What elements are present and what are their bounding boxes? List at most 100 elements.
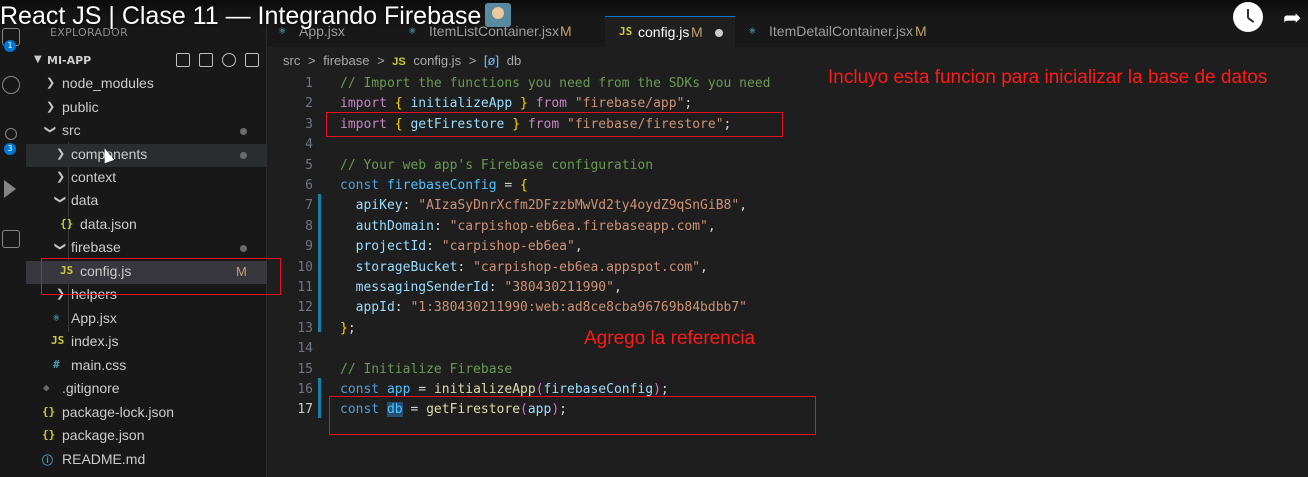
code-line[interactable]: apiKey: "AIzaSyDnrXcfm2DFzzbMwVd2ty4oydZ…	[340, 198, 747, 213]
explorer-sidebar: EXPLORADOR ▼ MI-APP ❯ node_modules ❯ pub…	[26, 0, 267, 477]
tree-folder-context[interactable]: ❯ context	[26, 167, 267, 190]
line-number: 2	[305, 96, 313, 112]
tree-item-label: main.css	[71, 357, 127, 373]
tree-file-package-lock-json[interactable]: {} package-lock.json	[26, 402, 267, 425]
variable-icon: [ø]	[483, 53, 500, 68]
new-file-icon[interactable]	[176, 53, 190, 67]
tree-folder-src[interactable]: ❯ src	[26, 120, 267, 143]
breadcrumb-separator: >	[468, 53, 477, 68]
code-line[interactable]: const firebaseConfig = {	[340, 178, 528, 193]
json-file-icon: {}	[42, 428, 56, 441]
code-line[interactable]: import { initializeApp } from "firebase/…	[340, 96, 692, 111]
js-file-icon: JS	[51, 334, 65, 347]
unsaved-dot-icon[interactable]	[715, 29, 723, 37]
line-number: 16	[297, 382, 313, 397]
code-line[interactable]: const app = initializeApp(firebaseConfig…	[340, 382, 669, 397]
search-icon[interactable]	[2, 76, 20, 94]
watch-later-icon[interactable]	[1233, 2, 1263, 32]
line-number: 14	[297, 341, 313, 357]
video-title[interactable]: React JS | Clase 11 — Integrando Firebas…	[0, 0, 512, 33]
git-change-bar	[318, 378, 321, 418]
line-number: 5	[305, 157, 313, 173]
code-line[interactable]: storageBucket: "carpishop-eb6ea.appspot.…	[340, 260, 708, 275]
chevron-down-icon: ❯	[44, 124, 57, 135]
code-line[interactable]: messagingSenderId: "380430211990",	[340, 280, 622, 295]
tree-item-label: public	[62, 99, 99, 115]
line-number: 8	[305, 218, 313, 234]
git-file-icon: ◆	[43, 381, 50, 394]
explorer-toolbar	[176, 53, 259, 67]
tree-item-label: package-lock.json	[62, 404, 175, 420]
breadcrumb-firebase[interactable]: firebase	[323, 53, 369, 68]
tree-file-app-jsx[interactable]: ⚛ App.jsx	[26, 308, 267, 331]
line-number: 9	[305, 239, 313, 255]
code-line[interactable]: // Import the functions you need from th…	[340, 76, 770, 91]
tree-item-label: package.json	[62, 427, 145, 443]
breadcrumb-db[interactable]: db	[507, 53, 521, 68]
code-line[interactable]: projectId: "carpishop-eb6ea",	[340, 239, 583, 254]
tree-item-label: data.json	[80, 216, 137, 232]
line-number: 15	[297, 361, 313, 377]
refresh-icon[interactable]	[222, 53, 236, 67]
tab-item-detail-container[interactable]: ⚛ ItemDetailContainer.jsx M	[737, 16, 937, 47]
new-folder-icon[interactable]	[199, 53, 213, 67]
js-file-icon: JS	[392, 56, 406, 68]
tree-file-data-json[interactable]: {} data.json	[26, 214, 267, 237]
source-control-badge: 3	[4, 143, 16, 155]
video-title-text: React JS | Clase 11 — Integrando Firebas…	[0, 2, 482, 30]
tree-folder-public[interactable]: ❯ public	[26, 97, 267, 120]
code-line[interactable]: appId: "1:380430211990:web:ad8ce8cba9676…	[340, 300, 747, 315]
line-number: 7	[305, 198, 313, 214]
highlight-config-file	[41, 258, 281, 295]
tree-item-label: index.js	[71, 333, 119, 349]
code-line[interactable]: authDomain: "carpishop-eb6ea.firebaseapp…	[340, 219, 716, 234]
git-change-bar	[318, 194, 321, 332]
breadcrumb-config-js[interactable]: config.js	[413, 53, 461, 68]
collapse-all-icon[interactable]	[245, 53, 259, 67]
code-line[interactable]: };	[340, 321, 356, 336]
highlight-import-getfirestore	[326, 112, 783, 137]
tree-folder-components[interactable]: ❯ components	[26, 144, 267, 167]
extensions-icon[interactable]	[2, 230, 20, 248]
share-icon[interactable]: ➦	[1283, 8, 1301, 30]
tree-item-label: firebase	[71, 239, 121, 255]
source-control-icon[interactable]	[5, 128, 17, 140]
breadcrumb-src[interactable]: src	[283, 53, 300, 68]
breadcrumb: src > firebase > JS config.js > [ø] db	[283, 53, 525, 68]
annotation-reference: Agrego la referencia	[584, 328, 756, 349]
json-file-icon: {}	[42, 405, 56, 418]
tree-file-index-js[interactable]: JS index.js	[26, 331, 267, 354]
json-file-icon: {}	[60, 217, 74, 230]
code-line[interactable]: // Your web app's Firebase configuration	[340, 158, 653, 173]
tree-item-label: node_modules	[62, 75, 154, 91]
tree-folder-node-modules[interactable]: ❯ node_modules	[26, 73, 267, 96]
line-number: 11	[297, 280, 313, 295]
chevron-down-icon: ❯	[54, 194, 67, 205]
modified-badge: M	[560, 23, 572, 39]
tree-file-readme-md[interactable]: ⓘ README.md	[26, 449, 267, 472]
tree-folder-data[interactable]: ❯ data	[26, 190, 267, 213]
chevron-right-icon: ❯	[56, 171, 66, 183]
workspace-root[interactable]: ▼ MI-APP	[26, 50, 267, 72]
chevron-right-icon: ❯	[56, 148, 66, 160]
modified-dot	[240, 152, 247, 159]
tree-file-package-json[interactable]: {} package.json	[26, 425, 267, 448]
modified-dot	[240, 245, 247, 252]
tree-file-main-css[interactable]: # main.css	[26, 355, 267, 378]
chevron-right-icon: ❯	[46, 77, 56, 89]
tree-item-label: .gitignore	[62, 380, 120, 396]
code-line[interactable]: // Initialize Firebase	[340, 362, 512, 377]
tree-file-gitignore[interactable]: ◆ .gitignore	[26, 378, 267, 401]
react-file-icon: ⚛	[53, 311, 60, 324]
chevron-right-icon: ❯	[46, 101, 56, 113]
annotation-init-function: Incluyo esta funcion para inicializar la…	[828, 67, 1268, 88]
line-number: 13	[297, 320, 313, 336]
tree-folder-firebase[interactable]: ❯ firebase	[26, 237, 267, 260]
avatar-icon	[485, 3, 512, 27]
tab-config-js[interactable]: JS config.js M	[605, 16, 735, 47]
chevron-down-icon: ❯	[54, 241, 67, 252]
workspace-name: MI-APP	[47, 54, 92, 67]
chevron-down-icon: ▼	[34, 54, 42, 65]
tree-item-label: README.md	[62, 451, 146, 467]
run-debug-icon[interactable]	[4, 180, 16, 198]
